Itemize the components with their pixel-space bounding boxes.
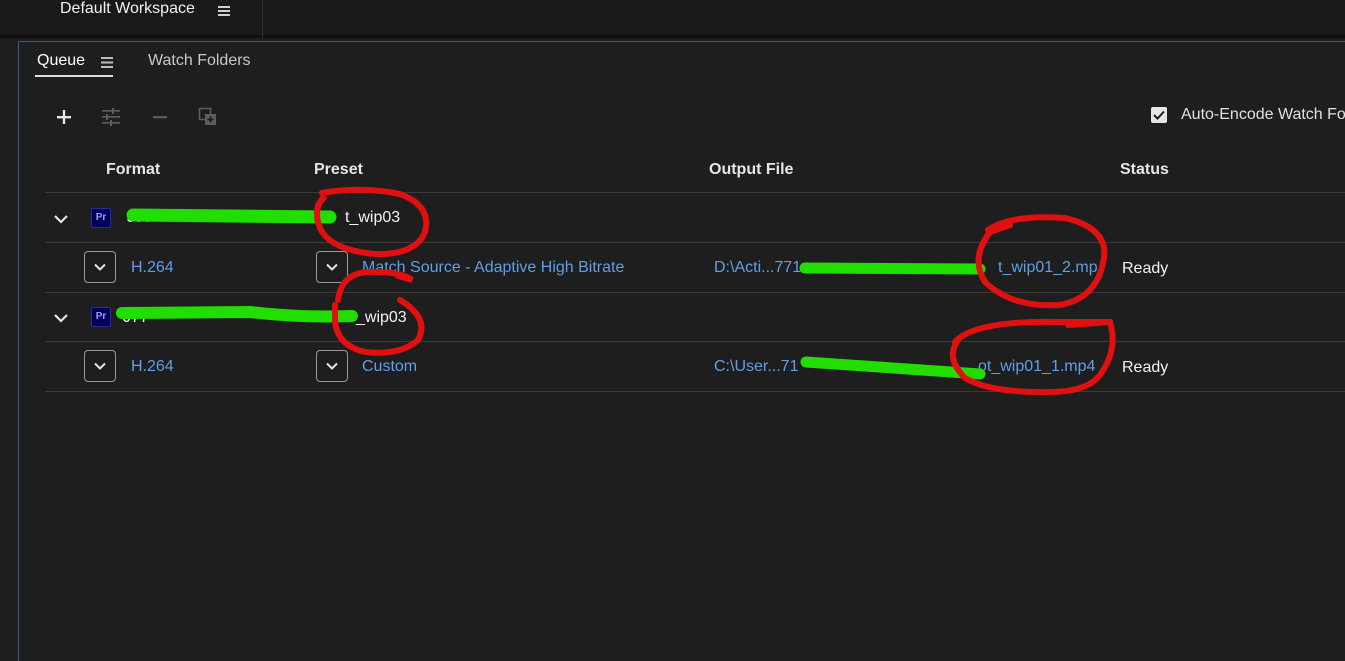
auto-encode-toggle[interactable]: Auto-Encode Watch Fo [1151, 105, 1345, 125]
chevron-down-icon [326, 362, 338, 370]
premiere-badge: Pr [91, 208, 111, 228]
row-divider [45, 242, 1345, 243]
format-value[interactable]: H.264 [131, 357, 174, 377]
preset-value[interactable]: Match Source - Adaptive High Bitrate [362, 258, 624, 278]
preset-dropdown-button[interactable] [316, 251, 348, 283]
duplicate-icon[interactable] [197, 106, 219, 128]
chevron-down-icon [94, 263, 106, 271]
format-dropdown-button[interactable] [84, 350, 116, 382]
workspace-title[interactable]: Default Workspace [60, 0, 195, 18]
source-name: _wip03 [356, 309, 407, 326]
tab-queue[interactable]: Queue [37, 51, 85, 71]
preset-value[interactable]: Custom [362, 357, 417, 377]
column-header-format[interactable]: Format [106, 161, 160, 179]
format-dropdown-button[interactable] [84, 251, 116, 283]
source-prefix: J77 [123, 309, 149, 326]
chevron-down-icon [94, 362, 106, 370]
row-divider [45, 292, 1345, 293]
queue-menu-icon[interactable] [101, 55, 113, 68]
status-value: Ready [1122, 359, 1169, 376]
chevron-down-icon[interactable] [53, 311, 69, 323]
format-value[interactable]: H.264 [131, 258, 174, 278]
active-tab-underline [35, 75, 113, 77]
auto-encode-label: Auto-Encode Watch Fo [1181, 106, 1345, 123]
plus-icon[interactable] [53, 106, 75, 128]
row-divider [45, 391, 1345, 392]
sliders-icon[interactable] [100, 106, 122, 128]
row-divider [45, 341, 1345, 342]
tab-watch-folders[interactable]: Watch Folders [148, 51, 251, 71]
workspace-divider [262, 0, 263, 38]
output-file-suffix[interactable]: ot_wip01_1.mp4 [978, 357, 1095, 377]
column-header-preset[interactable]: Preset [314, 161, 363, 179]
column-header-status[interactable]: Status [1120, 161, 1169, 179]
source-name: t_wip03 [345, 209, 401, 226]
auto-encode-checkbox[interactable] [1151, 107, 1167, 123]
workspace-bar: Default Workspace [0, 0, 1345, 38]
checkmark-icon [1153, 110, 1165, 120]
output-file-suffix[interactable]: t_wip01_2.mp [998, 258, 1098, 278]
status-value: Ready [1122, 260, 1169, 277]
column-header-output-file[interactable]: Output File [709, 161, 793, 179]
chevron-down-icon[interactable] [53, 212, 69, 224]
queue-panel: Queue Watch Folders Auto-Encode Watch Fo… [18, 41, 1345, 661]
source-prefix: J77 [127, 209, 153, 226]
output-file-prefix[interactable]: D:\Acti...771 [714, 258, 801, 278]
chevron-down-icon [326, 263, 338, 271]
premiere-badge: Pr [91, 307, 111, 327]
header-divider [45, 192, 1345, 193]
media-encoder-window: Default Workspace Queue Watch Folders Au… [0, 0, 1345, 661]
hamburger-icon[interactable] [218, 3, 230, 16]
preset-dropdown-button[interactable] [316, 350, 348, 382]
output-file-prefix[interactable]: C:\User...71 [714, 357, 798, 377]
minus-icon[interactable] [149, 106, 171, 128]
